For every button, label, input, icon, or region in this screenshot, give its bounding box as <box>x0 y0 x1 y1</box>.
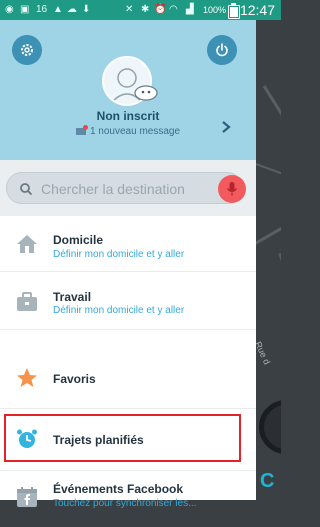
bluetooth-icon: ✱ <box>141 4 150 15</box>
menu-item-home[interactable]: Domicile Définir mon domicile et y aller <box>0 216 256 272</box>
status-bar: ◉ ▣ 16 ▲ ☁ ⬇ ✕ ✱ ⏰ ◠ ▟ 100% 12:47 <box>0 0 281 20</box>
voice-search-button[interactable] <box>218 175 246 203</box>
microphone-icon <box>226 182 238 196</box>
star-icon <box>17 368 37 387</box>
menu-item-title: Événements Facebook <box>53 482 184 496</box>
location-button[interactable] <box>259 400 281 454</box>
menu-item-subtitle: Définir mon domicile et y aller <box>53 249 185 260</box>
wifi-icon: ◠ <box>169 4 178 15</box>
signal-label: 16 <box>36 4 48 15</box>
lock-icon: ▲ <box>53 4 63 15</box>
message-text: 1 nouveau message <box>89 126 181 137</box>
username[interactable]: Non inscrit <box>0 109 256 123</box>
facebook-calendar-icon <box>17 487 37 507</box>
envelope-icon <box>75 124 88 135</box>
navigation-drawer: Non inscrit 1 nouveau message Chercher l… <box>0 20 256 509</box>
menu-item-title: Favoris <box>53 372 96 386</box>
map-road <box>256 215 281 248</box>
image-notification-icon: ▣ <box>20 4 30 15</box>
home-icon <box>17 235 37 253</box>
map-view[interactable]: Rue d C <box>256 20 281 500</box>
settings-button[interactable] <box>12 35 42 65</box>
menu-item-title: Domicile <box>53 233 104 247</box>
waze-logo-icon: C <box>260 470 275 492</box>
power-icon <box>216 43 228 57</box>
street-label: Rue d <box>256 340 273 367</box>
message-notice[interactable]: 1 nouveau message <box>0 124 256 137</box>
clock: 12:47 <box>239 2 275 18</box>
search-icon <box>20 183 33 196</box>
cloud-icon: ☁ <box>67 4 77 15</box>
map-road <box>262 85 281 138</box>
profile-header: Non inscrit 1 nouveau message <box>0 20 256 160</box>
chevron-right-icon[interactable] <box>219 120 233 134</box>
download-icon: ⬇ <box>82 4 91 15</box>
alarm-icon: ⏰ <box>154 4 167 15</box>
cell-signal-icon: ▟ <box>186 4 194 15</box>
map-road <box>256 161 281 181</box>
map-road <box>278 252 281 311</box>
power-button[interactable] <box>207 35 237 65</box>
battery-percent: 100% <box>203 5 227 15</box>
search-input[interactable] <box>41 179 201 199</box>
highlight-box <box>4 414 241 462</box>
menu-item-work[interactable]: Travail Définir mon domicile et y aller <box>0 274 256 330</box>
menu-item-title: Travail <box>53 290 92 304</box>
mood-icon <box>134 85 158 101</box>
mute-icon: ✕ <box>125 4 134 15</box>
menu-item-facebook-events[interactable]: Événements Facebook Touchez pour synchro… <box>0 471 256 527</box>
search-section <box>0 160 256 216</box>
briefcase-icon <box>17 292 37 311</box>
gear-icon <box>21 44 33 56</box>
battery-icon <box>228 3 240 19</box>
app-notification-icon: ◉ <box>5 4 14 15</box>
menu-item-subtitle: Définir mon domicile et y aller <box>53 305 185 316</box>
search-bar[interactable] <box>6 172 246 204</box>
menu-item-favorites[interactable]: Favoris <box>0 353 256 409</box>
